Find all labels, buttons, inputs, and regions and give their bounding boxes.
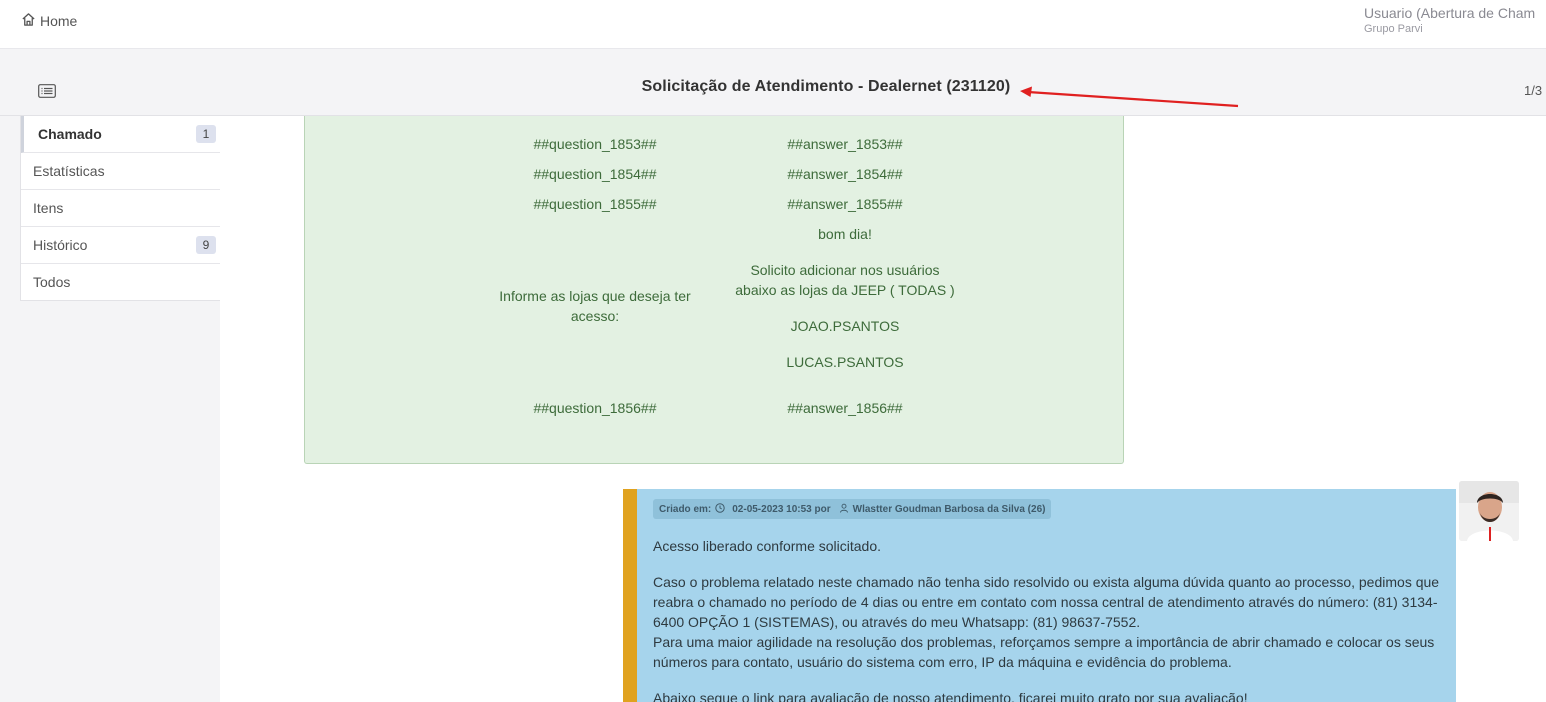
followup-paragraph: Para uma maior agilidade na resolução do… [653, 634, 1435, 670]
form-question: ##question_1856## [533, 400, 657, 416]
form-answer: ##answer_1853## [787, 136, 903, 152]
form-question: ##question_1854## [533, 166, 657, 182]
sidebar-item-label: Chamado [38, 126, 102, 142]
followup-meta: Criado em: 02-05-2023 10:53 por Wlastter… [653, 499, 1052, 519]
user-icon [839, 503, 849, 516]
home-label: Home [40, 13, 78, 29]
sidebar-item-estatisticas[interactable]: Estatísticas [21, 153, 220, 190]
form-answer: ##answer_1854## [787, 166, 903, 182]
followup-card: Criado em: 02-05-2023 10:53 por Wlastter… [623, 489, 1456, 702]
sidebar-item-label: Estatísticas [33, 163, 105, 179]
form-answer-greeting: bom dia! [818, 226, 872, 242]
speech-corner [1442, 489, 1454, 501]
top-navbar: Home Usuario (Abertura de Cham Grupo Par… [0, 0, 1546, 49]
ticket-tabs-sidebar: Chamado 1 Estatísticas Itens Histórico 9… [20, 116, 221, 301]
ticket-form-card: ##question_1853## ##answer_1853## ##ques… [304, 116, 1124, 464]
user-org: Grupo Parvi [1364, 23, 1423, 35]
form-answer-user: JOAO.PSANTOS [790, 318, 900, 334]
sidebar-item-historico[interactable]: Histórico 9 [21, 227, 220, 264]
user-menu[interactable]: Usuario (Abertura de Cham Grupo Parvi [1364, 5, 1535, 36]
person-photo-icon [1459, 481, 1519, 541]
sidebar-item-chamado[interactable]: Chamado 1 [21, 116, 220, 153]
form-question: ##question_1853## [533, 136, 657, 152]
followup-paragraph: Acesso liberado conforme solicitado. [653, 538, 882, 554]
sidebar-item-label: Todos [33, 274, 71, 290]
form-answer: ##answer_1855## [787, 196, 903, 212]
meta-author[interactable]: Wlastter Goudman Barbosa da Silva (26) [853, 504, 1046, 515]
form-question: ##question_1855## [533, 196, 657, 212]
followup-paragraph: Caso o problema relatado neste chamado n… [653, 574, 1440, 630]
form-answer-user: LUCAS.PSANTOS [786, 354, 904, 370]
count-badge: 1 [196, 125, 216, 143]
count-badge: 9 [196, 236, 216, 254]
form-answer: ##answer_1856## [787, 400, 903, 416]
avatar[interactable] [1459, 481, 1519, 541]
form-question-lojas: Informe as lojas que deseja ter acesso: [499, 288, 691, 324]
red-arrow-annotation [1020, 86, 1239, 108]
followup-paragraph: Abaixo segue o link para avaliação de no… [653, 690, 1248, 702]
meta-date: 02-05-2023 10:53 por [732, 503, 831, 515]
home-link[interactable]: Home [21, 12, 77, 30]
user-name: Usuario (Abertura de Cham [1364, 5, 1536, 21]
sidebar-item-todos[interactable]: Todos [21, 264, 220, 300]
meta-prefix: Criado em: [659, 503, 712, 515]
sidebar-item-label: Histórico [33, 237, 88, 253]
home-icon [21, 12, 36, 30]
sidebar-item-itens[interactable]: Itens [21, 190, 220, 227]
form-answer-request: Solicito adicionar nos usuários abaixo a… [735, 262, 955, 298]
ticket-title: Solicitação de Atendimento - Dealernet (… [641, 78, 1011, 95]
sidebar-item-label: Itens [33, 200, 64, 216]
clock-icon [715, 502, 725, 516]
ticket-pager[interactable]: 1/3 [1524, 83, 1542, 98]
